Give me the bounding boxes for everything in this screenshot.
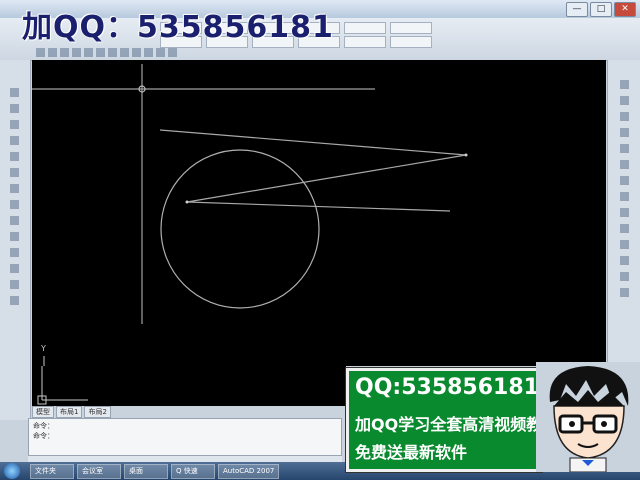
close-button[interactable]: ✕ bbox=[614, 2, 636, 17]
qq-watermark: 加QQ：535856181 bbox=[22, 10, 334, 45]
erase-icon[interactable] bbox=[620, 80, 629, 89]
rectangle-tool-icon[interactable] bbox=[84, 48, 93, 57]
draw-tool-icons bbox=[36, 48, 177, 57]
qq-ad-banner: QQ:535856181 加QQ学习全套高清视频教程 免费送最新软件 bbox=[346, 368, 558, 472]
taskbar-item[interactable]: Q 快速 bbox=[171, 464, 215, 479]
taskbar-item[interactable]: 文件夹 bbox=[30, 464, 74, 479]
circle-icon[interactable] bbox=[10, 184, 19, 193]
toolbar-dropdown[interactable] bbox=[344, 22, 386, 34]
slanted-line-top[interactable] bbox=[159, 129, 467, 156]
slanted-line-middle[interactable] bbox=[186, 154, 467, 203]
scale-icon[interactable] bbox=[620, 192, 629, 201]
ad-line-1: 加QQ学习全套高清视频教程 bbox=[355, 415, 559, 434]
toolbar-dropdown[interactable] bbox=[344, 36, 386, 48]
toolbar-dropdown[interactable] bbox=[390, 36, 432, 48]
ucs-y-label: Y bbox=[41, 344, 46, 353]
spline-icon[interactable] bbox=[10, 200, 19, 209]
maximize-button[interactable]: □ bbox=[590, 2, 612, 17]
rotate-icon[interactable] bbox=[620, 176, 629, 185]
left-draw-toolbar bbox=[0, 60, 31, 420]
polyline-tool-icon[interactable] bbox=[48, 48, 57, 57]
stretch-icon[interactable] bbox=[620, 208, 629, 217]
extend-icon[interactable] bbox=[620, 240, 629, 249]
tab-model[interactable]: 模型 bbox=[32, 406, 54, 418]
taskbar-item[interactable]: 桌面 bbox=[124, 464, 168, 479]
slanted-line-bottom[interactable] bbox=[186, 201, 451, 212]
offset-tool-icon[interactable] bbox=[156, 48, 165, 57]
endpoint-marker bbox=[464, 153, 468, 157]
drawing-canvas[interactable]: Y X bbox=[32, 60, 606, 405]
array-icon[interactable] bbox=[620, 144, 629, 153]
offset-icon[interactable] bbox=[620, 128, 629, 137]
move-icon[interactable] bbox=[620, 160, 629, 169]
windows-start-icon[interactable] bbox=[4, 463, 20, 479]
rectangle-icon[interactable] bbox=[10, 152, 19, 161]
copy-icon[interactable] bbox=[620, 96, 629, 105]
drawing-geometry bbox=[32, 64, 468, 366]
line-icon[interactable] bbox=[10, 88, 19, 97]
tab-layout1[interactable]: 布局1 bbox=[56, 406, 83, 418]
taskbar-tasks: 文件夹 会议室 桌面 Q 快速 AutoCAD 2007 bbox=[30, 464, 280, 479]
ad-qq-number: QQ:535856181 bbox=[355, 375, 539, 400]
ucs-icon bbox=[43, 356, 45, 366]
endpoint-marker bbox=[185, 200, 189, 204]
ellipse-icon[interactable] bbox=[10, 216, 19, 225]
arc-tool-icon[interactable] bbox=[72, 48, 81, 57]
taskbar-item[interactable]: AutoCAD 2007 bbox=[218, 464, 280, 479]
copy-tool-icon[interactable] bbox=[108, 48, 117, 57]
cartoon-boy-glasses-icon bbox=[536, 362, 640, 472]
command-line[interactable]: 命令： 命令： bbox=[28, 418, 342, 456]
polygon-icon[interactable] bbox=[10, 136, 19, 145]
command-history-line: 命令： bbox=[33, 422, 54, 430]
region-icon[interactable] bbox=[10, 280, 19, 289]
layout-tabs: 模型 布局1 布局2 bbox=[32, 406, 232, 418]
window-controls: — □ ✕ bbox=[566, 2, 636, 17]
minimize-button[interactable]: — bbox=[566, 2, 588, 17]
mtext-icon[interactable] bbox=[10, 296, 19, 305]
taskbar-item[interactable]: 会议室 bbox=[77, 464, 121, 479]
move-tool-icon[interactable] bbox=[96, 48, 105, 57]
ucs-icon bbox=[37, 356, 88, 405]
mirror-icon[interactable] bbox=[620, 112, 629, 121]
polyline-icon[interactable] bbox=[10, 120, 19, 129]
circle-tool-icon[interactable] bbox=[60, 48, 69, 57]
chamfer-icon[interactable] bbox=[620, 272, 629, 281]
fillet-icon[interactable] bbox=[620, 288, 629, 297]
line-tool-icon[interactable] bbox=[36, 48, 45, 57]
command-prompt-line: 命令： bbox=[33, 432, 54, 440]
tab-layout2[interactable]: 布局2 bbox=[84, 406, 111, 418]
point-icon[interactable] bbox=[10, 248, 19, 257]
trim-icon[interactable] bbox=[620, 224, 629, 233]
trim-tool-icon[interactable] bbox=[132, 48, 141, 57]
hatch-icon[interactable] bbox=[10, 264, 19, 273]
rotate-tool-icon[interactable] bbox=[120, 48, 129, 57]
arc-icon[interactable] bbox=[10, 168, 19, 177]
break-icon[interactable] bbox=[620, 256, 629, 265]
xline-icon[interactable] bbox=[10, 104, 19, 113]
extend-tool-icon[interactable] bbox=[144, 48, 153, 57]
canvas-lower-area bbox=[32, 356, 346, 406]
toolbar-dropdown[interactable] bbox=[390, 22, 432, 34]
insert-block-icon[interactable] bbox=[10, 232, 19, 241]
circle-shape[interactable] bbox=[160, 149, 320, 309]
mirror-tool-icon[interactable] bbox=[168, 48, 177, 57]
ad-line-2: 免费送最新软件 bbox=[355, 443, 468, 462]
